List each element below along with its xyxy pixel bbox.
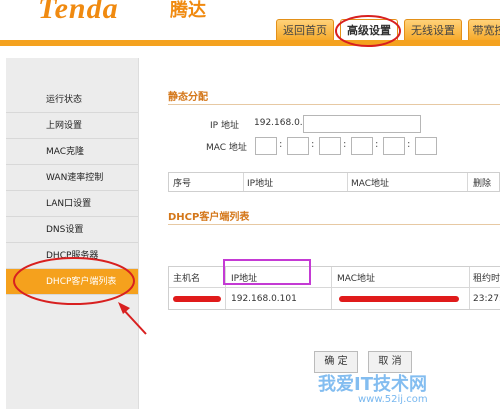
ip-prefix: 192.168.0. bbox=[254, 118, 303, 128]
annotation-circle-tab bbox=[335, 15, 401, 47]
col-divider bbox=[467, 173, 468, 191]
static-table: 序号 IP地址 MAC地址 删除 bbox=[168, 172, 500, 192]
dhcp-col-hostname: 主机名 bbox=[173, 274, 201, 284]
col-divider bbox=[331, 267, 332, 309]
static-col-index: 序号 bbox=[173, 179, 192, 189]
redacted-hostname bbox=[173, 296, 221, 302]
dhcp-row-ip: 192.168.0.101 bbox=[231, 294, 297, 304]
ip-label: IP 地址 bbox=[210, 121, 239, 131]
header: Tenda 腾达 返回首页 高级设置 无线设置 带宽控 bbox=[0, 0, 500, 44]
divider bbox=[168, 104, 500, 105]
sidebar-item-internet[interactable]: 上网设置 bbox=[6, 113, 138, 139]
static-col-delete: 删除 bbox=[473, 179, 492, 189]
dhcp-col-mac: MAC地址 bbox=[337, 274, 376, 284]
main-content: 静态分配 IP 地址 192.168.0. MAC 地址 : : : : : 序… bbox=[148, 58, 500, 409]
sidebar-item-status[interactable]: 运行状态 bbox=[6, 87, 138, 113]
static-col-ip: IP地址 bbox=[247, 179, 274, 189]
tab-bar bbox=[0, 40, 500, 46]
tab-wireless[interactable]: 无线设置 bbox=[404, 19, 462, 42]
dhcp-table: 主机名 IP地址 MAC地址 租约时 192.168.0.101 23:27: bbox=[168, 266, 500, 310]
mac-separator: : bbox=[343, 139, 347, 150]
sidebar-item-dns[interactable]: DNS设置 bbox=[6, 217, 138, 243]
mac-field-2[interactable] bbox=[287, 137, 309, 155]
col-divider bbox=[347, 173, 348, 191]
dhcp-row-lease: 23:27: bbox=[473, 294, 500, 304]
mac-field-1[interactable] bbox=[255, 137, 277, 155]
col-divider bbox=[243, 173, 244, 191]
sidebar-item-wan-rate[interactable]: WAN速率控制 bbox=[6, 165, 138, 191]
mac-field-4[interactable] bbox=[351, 137, 373, 155]
mac-field-3[interactable] bbox=[319, 137, 341, 155]
mac-separator: : bbox=[311, 139, 315, 150]
tab-bandwidth[interactable]: 带宽控 bbox=[468, 19, 500, 42]
annotation-circle-sidebar bbox=[13, 257, 147, 335]
mac-field-6[interactable] bbox=[415, 137, 437, 155]
ip-suffix-input[interactable] bbox=[303, 115, 421, 133]
watermark-url: www.52ij.com bbox=[358, 394, 428, 405]
watermark-text: 我爱IT技术网 bbox=[318, 374, 427, 395]
col-divider bbox=[469, 267, 470, 309]
brand-logo: Tenda bbox=[38, 0, 119, 25]
mac-label: MAC 地址 bbox=[206, 143, 247, 153]
dhcp-col-lease: 租约时 bbox=[473, 274, 500, 284]
tab-home[interactable]: 返回首页 bbox=[276, 19, 334, 42]
static-col-mac: MAC地址 bbox=[351, 179, 390, 189]
mac-separator: : bbox=[375, 139, 379, 150]
mac-field-5[interactable] bbox=[383, 137, 405, 155]
divider bbox=[168, 224, 500, 225]
static-alloc-title: 静态分配 bbox=[168, 92, 208, 103]
row-divider bbox=[169, 287, 500, 288]
sidebar-item-mac-clone[interactable]: MAC克隆 bbox=[6, 139, 138, 165]
mac-separator: : bbox=[279, 139, 283, 150]
dhcp-list-title: DHCP客户端列表 bbox=[168, 212, 250, 223]
brand-logo-cn: 腾达 bbox=[170, 0, 206, 21]
mac-separator: : bbox=[407, 139, 411, 150]
redacted-mac bbox=[339, 296, 459, 302]
sidebar: 运行状态 上网设置 MAC克隆 WAN速率控制 LAN口设置 DNS设置 DHC… bbox=[6, 58, 139, 409]
sidebar-item-lan[interactable]: LAN口设置 bbox=[6, 191, 138, 217]
annotation-highlight-ip bbox=[223, 259, 311, 285]
